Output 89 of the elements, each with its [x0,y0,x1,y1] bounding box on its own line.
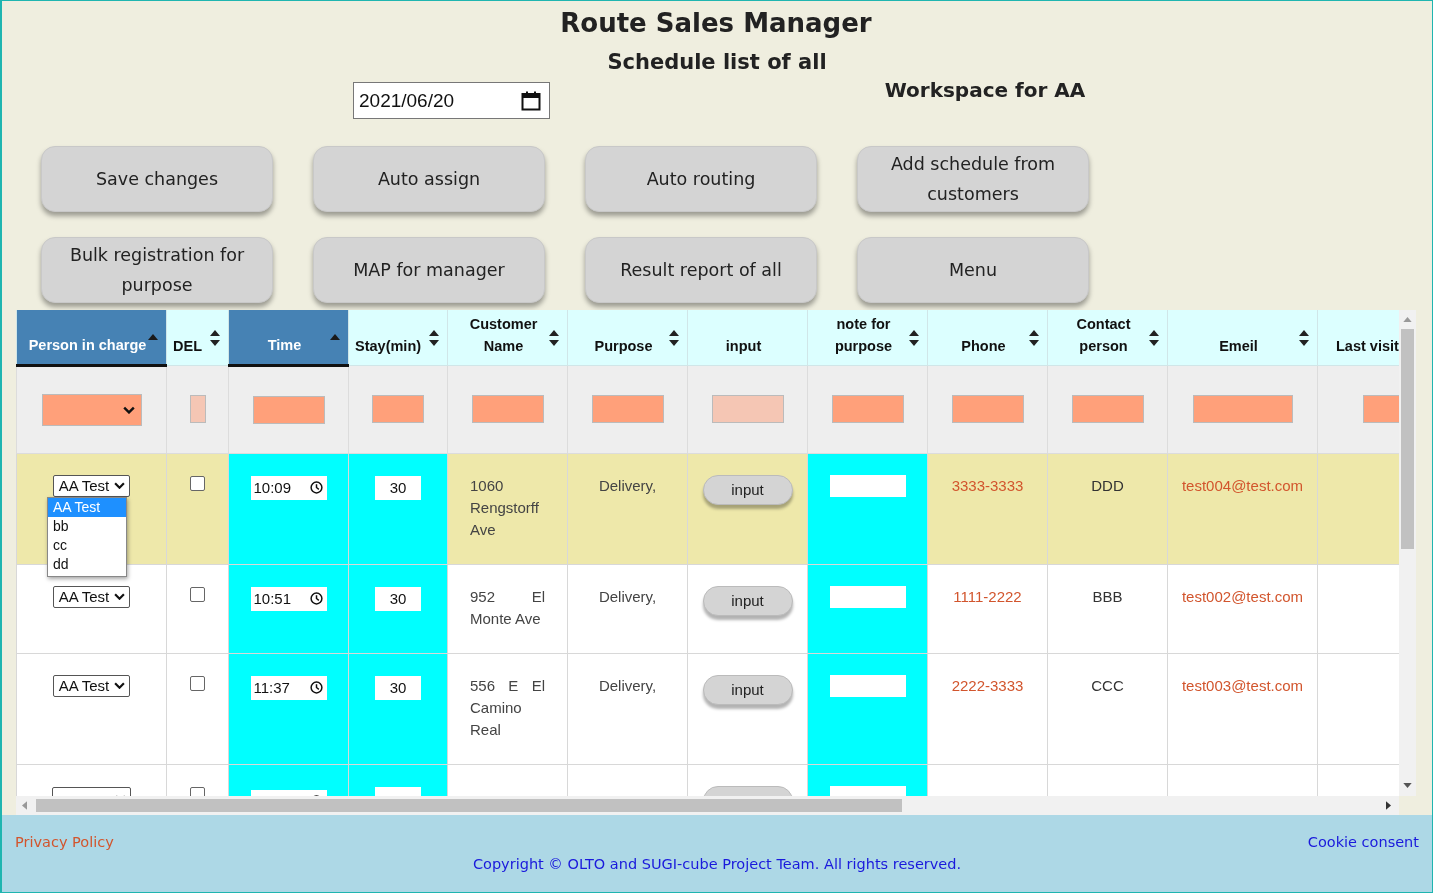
input-button[interactable]: input [702,585,793,616]
customer-name: 1060 Rengstorff Ave [469,475,540,540]
calendar-icon [521,90,541,111]
sort-icon [1029,330,1039,346]
action-button[interactable]: Save changes [41,146,273,212]
filter-field[interactable] [831,395,904,423]
sort-icon [429,330,439,346]
time-field[interactable]: 11:37 [250,675,327,700]
sort-icon [210,330,220,346]
delete-checkbox[interactable] [190,675,205,691]
stay-field[interactable]: 30 [375,675,421,700]
cell-text: DDD [1090,475,1125,496]
cell-text: Delivery, [597,475,658,496]
person-select[interactable]: AA Test [52,674,131,697]
column-header[interactable]: Person in charge [16,310,167,365]
action-button[interactable]: Auto routing [585,146,817,212]
delete-checkbox[interactable] [190,586,205,602]
cell-link[interactable]: test003@test.com [1178,674,1307,697]
column-header[interactable]: Emeil [1167,310,1318,365]
sort-icon [909,330,919,346]
column-header[interactable]: Phone [927,310,1048,365]
dropdown-option[interactable]: bb [48,516,126,536]
cookie-link[interactable]: Cookie consent [1307,834,1419,850]
horizontal-scrollbar[interactable] [16,796,1399,815]
note-field[interactable] [829,585,906,608]
sort-icon [549,330,559,346]
clock-icon [309,592,323,605]
scroll-up-icon [1403,317,1412,322]
customer-name: 556 E El Camino Real [469,675,546,740]
sort-icon [1149,330,1159,346]
note-field[interactable] [829,674,906,697]
column-header[interactable]: Time [228,310,349,365]
column-header[interactable]: note for purpose [807,310,928,365]
page-title: Route Sales Manager [559,7,873,40]
sort-icon [1299,330,1309,346]
column-header[interactable]: input [687,310,808,365]
column-header[interactable]: Stay(min) [348,310,448,365]
scroll-thumb[interactable] [36,799,902,812]
input-button[interactable]: input [702,674,793,705]
scroll-down-icon [1403,783,1412,788]
sort-up-icon [148,334,158,340]
dropdown-option[interactable]: dd [48,554,126,574]
column-header[interactable]: Last visit [1317,310,1399,365]
cell-link[interactable]: 2222-3333 [938,674,1037,697]
delete-checkbox[interactable] [190,475,205,491]
cell-text: BBB [1091,586,1124,607]
page-subtitle: Schedule list of all [606,49,828,75]
action-button[interactable]: Menu [857,237,1089,303]
customer-name: 952 El Monte Ave [469,586,546,629]
dropdown-option[interactable]: cc [48,535,126,555]
stay-field[interactable]: 30 [375,586,421,611]
filter-field[interactable] [1192,395,1293,423]
filter-field[interactable] [372,395,424,423]
action-button[interactable]: Result report of all [585,237,817,303]
clock-icon [309,481,323,494]
stay-field[interactable]: 30 [375,475,421,500]
copyright-text: Copyright © OLTO and SUGI-cube Project Team. All rights reserved. [471,856,963,872]
vertical-scrollbar[interactable] [1399,310,1416,796]
time-field[interactable]: 10:09 [250,475,327,500]
column-header[interactable]: Purpose [567,310,688,365]
sort-up-icon [330,334,340,340]
action-button[interactable]: Bulk registration for purpose [41,237,273,303]
scroll-right-icon [1386,801,1391,810]
scroll-thumb[interactable] [1401,329,1414,549]
action-button[interactable]: MAP for manager [313,237,545,303]
column-header[interactable]: DEL [166,310,229,365]
action-button[interactable]: Auto assign [313,146,545,212]
cell-text: CCC [1090,675,1125,696]
scroll-left-icon [22,801,27,810]
note-field[interactable] [829,474,906,497]
sort-icon [669,330,679,346]
filter-field[interactable] [471,395,544,423]
filter-field[interactable] [591,395,664,423]
clock-icon [309,681,323,694]
column-header[interactable]: Customer Name [447,310,568,365]
cell-text: Delivery, [597,675,658,696]
filter-field[interactable] [1071,395,1144,423]
workspace-label: Workspace for AA [884,78,1086,104]
person-select[interactable]: AA Test [52,474,131,497]
filter-select[interactable] [41,393,142,426]
input-button[interactable]: input [702,474,793,505]
filter-field[interactable] [951,395,1024,423]
cell-text: Delivery, [597,586,658,607]
person-select[interactable]: AA Test [52,585,131,608]
action-button[interactable]: Add schedule from customers [857,146,1089,212]
date-field[interactable]: 2021/06/20 [353,82,550,119]
filter-field[interactable] [252,395,325,424]
column-header[interactable]: Contact person [1047,310,1168,365]
time-field[interactable]: 10:51 [250,586,327,611]
